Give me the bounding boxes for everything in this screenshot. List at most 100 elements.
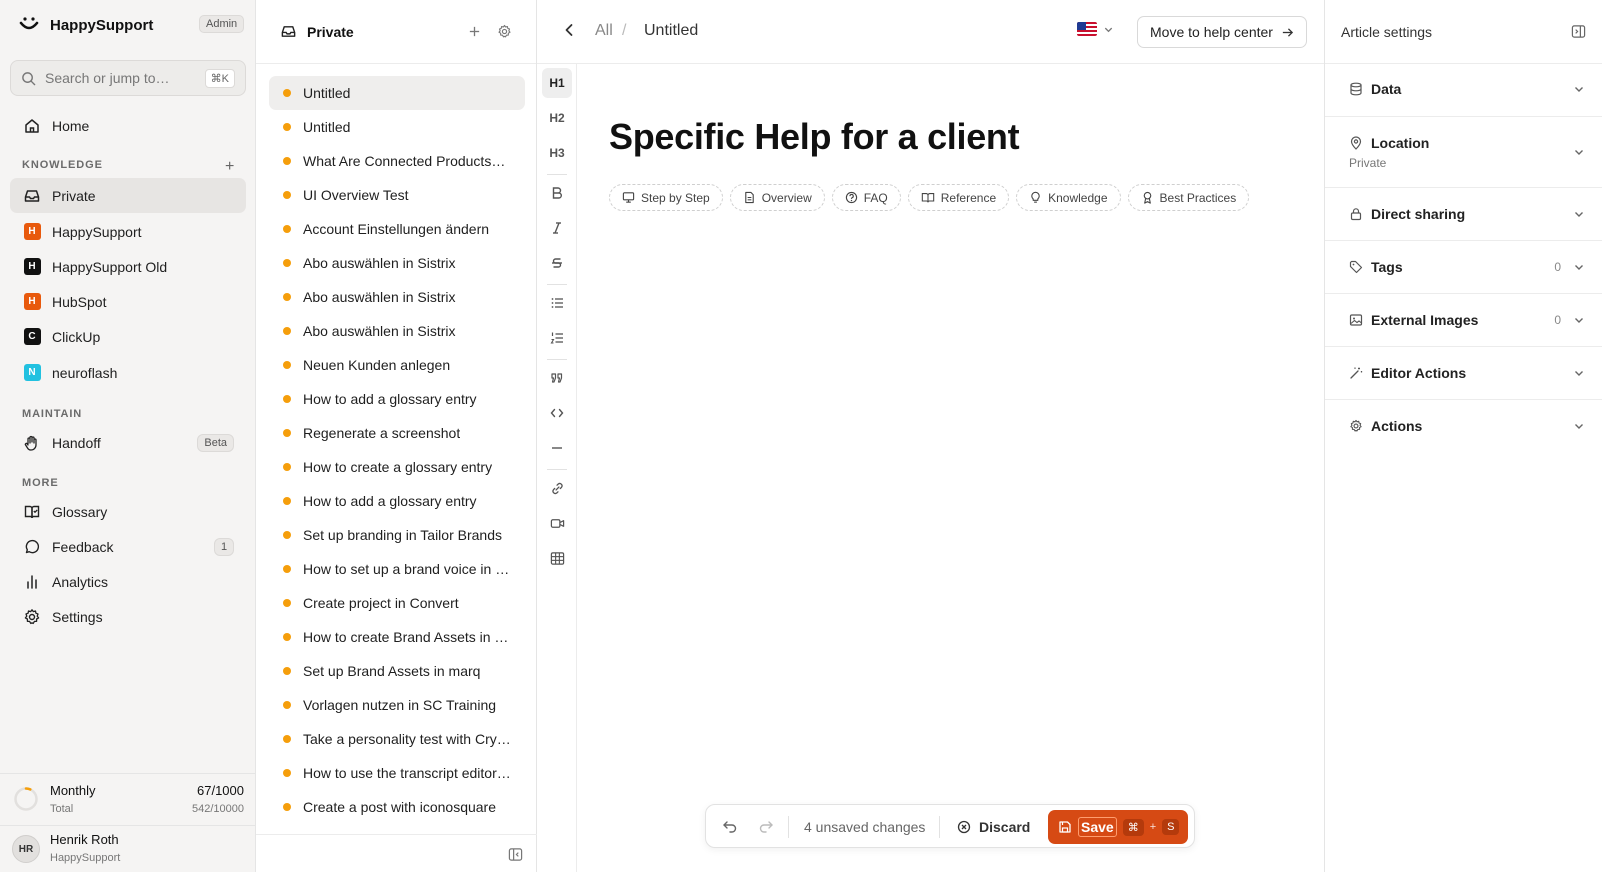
brand[interactable]: HappySupport [18, 14, 153, 36]
nav-analytics[interactable]: Analytics [10, 564, 246, 599]
nav-feedback[interactable]: Feedback 1 [10, 529, 246, 564]
list-item[interactable]: Set up Brand Assets in marq [269, 654, 525, 688]
breadcrumb-root[interactable]: All [595, 22, 613, 40]
list-item[interactable]: How to add a glossary entry [269, 382, 525, 416]
panel-toggle-icon[interactable] [1571, 24, 1586, 39]
bar-chart-icon [22, 572, 42, 592]
lock-icon [1349, 207, 1363, 221]
list-item[interactable]: Untitled [269, 110, 525, 144]
status-dot-icon [283, 701, 291, 709]
collapse-sidebar-icon[interactable] [508, 847, 523, 862]
nav-settings[interactable]: Settings [10, 599, 246, 634]
italic-icon[interactable] [542, 213, 572, 243]
list-item[interactable]: Create project in Convert [269, 586, 525, 620]
list-item[interactable]: How to add a glossary entry [269, 484, 525, 518]
strikethrough-icon[interactable] [542, 248, 572, 278]
video-icon[interactable] [542, 508, 572, 538]
space-hubspot[interactable]: H HubSpot [10, 284, 246, 319]
sidebar: HappySupport Admin Search or jump to… ⌘K… [0, 0, 256, 872]
add-space-icon[interactable]: + [225, 158, 234, 176]
list-item[interactable]: Vorlagen nutzen in SC Training [269, 688, 525, 722]
section-data[interactable]: Data [1325, 64, 1602, 117]
list-item[interactable]: Regenerate a screenshot [269, 416, 525, 450]
move-to-help-center-button[interactable]: Move to help center [1137, 16, 1307, 48]
language-selector[interactable] [1077, 22, 1114, 36]
award-icon [1141, 191, 1154, 204]
space-happysupport-old[interactable]: H HappySupport Old [10, 249, 246, 284]
article-title: Untitled [303, 85, 351, 101]
unsaved-changes-bar: 4 unsaved changes Discard Save ⌘ + S [705, 804, 1195, 848]
usage-sublabel: Total [50, 803, 74, 815]
template-faq[interactable]: FAQ [831, 184, 901, 211]
template-step-by-step[interactable]: Step by Step [609, 184, 723, 211]
list-item[interactable]: How to use the transcript editor… [269, 756, 525, 790]
section-editor-actions[interactable]: Editor Actions [1325, 347, 1602, 400]
space-private[interactable]: Private [10, 178, 246, 213]
list-item[interactable]: Take a personality test with Cry… [269, 722, 525, 756]
nav-handoff[interactable]: Handoff Beta [10, 425, 246, 460]
horizontal-rule-icon[interactable] [542, 433, 572, 463]
plus-icon[interactable] [468, 25, 481, 38]
discard-button[interactable]: Discard [957, 815, 1030, 839]
user-menu[interactable]: HR Henrik Roth HappySupport [0, 825, 256, 872]
list-item[interactable]: How to create a glossary entry [269, 450, 525, 484]
gear-icon[interactable] [497, 24, 512, 39]
document-title[interactable]: Specific Help for a client [609, 116, 1020, 158]
article-settings-panel: Article settings Data Location Private D… [1324, 0, 1602, 872]
status-dot-icon [283, 599, 291, 607]
redo-icon[interactable] [758, 818, 774, 834]
link-icon[interactable] [542, 473, 572, 503]
list-item[interactable]: Abo auswählen in Sistrix [269, 314, 525, 348]
heading-3-button[interactable]: H3 [542, 138, 572, 168]
list-item[interactable]: Neuen Kunden anlegen [269, 348, 525, 382]
list-item[interactable]: How to set up a brand voice in … [269, 552, 525, 586]
tag-icon [1349, 260, 1363, 274]
list-item[interactable]: Abo auswählen in Sistrix [269, 246, 525, 280]
list-item[interactable]: UI Overview Test [269, 178, 525, 212]
list-item[interactable]: Set up branding in Tailor Brands [269, 518, 525, 552]
save-button[interactable]: Save ⌘ + S [1048, 810, 1188, 844]
user-name: Henrik Roth [50, 832, 119, 847]
status-dot-icon [283, 123, 291, 131]
list-item[interactable]: How to create Brand Assets in … [269, 620, 525, 654]
heading-1-button[interactable]: H1 [542, 68, 572, 98]
section-actions[interactable]: Actions [1325, 400, 1602, 453]
list-item[interactable]: Abo auswählen in Sistrix [269, 280, 525, 314]
article-title: Set up Brand Assets in marq [303, 663, 481, 679]
undo-icon[interactable] [722, 818, 738, 834]
section-direct-sharing[interactable]: Direct sharing [1325, 188, 1602, 241]
numbered-list-icon[interactable] [542, 323, 572, 353]
template-chips: Step by Step Overview FAQ Reference Know… [609, 184, 1250, 211]
template-label: Overview [761, 190, 812, 205]
template-reference[interactable]: Reference [907, 184, 1010, 211]
space-neuroflash[interactable]: N neuroflash [10, 355, 246, 390]
heading-2-button[interactable]: H2 [542, 103, 572, 133]
list-item[interactable]: Untitled [269, 76, 525, 110]
template-best-practices[interactable]: Best Practices [1127, 184, 1250, 211]
search-input[interactable]: Search or jump to… ⌘K [10, 60, 246, 96]
status-dot-icon [283, 327, 291, 335]
status-dot-icon [283, 89, 291, 97]
bold-icon[interactable] [542, 178, 572, 208]
list-item[interactable]: What Are Connected Products… [269, 144, 525, 178]
back-arrow-icon[interactable] [561, 22, 577, 38]
space-clickup[interactable]: C ClickUp [10, 319, 246, 354]
section-location[interactable]: Location Private [1325, 117, 1602, 188]
nav-glossary[interactable]: Glossary [10, 494, 246, 529]
template-overview[interactable]: Overview [729, 184, 825, 211]
quote-icon[interactable] [542, 363, 572, 393]
template-knowledge[interactable]: Knowledge [1016, 184, 1121, 211]
space-label: HappySupport Old [52, 258, 168, 275]
section-tags[interactable]: Tags 0 [1325, 241, 1602, 294]
usage-meter[interactable]: Monthly Total 67/1000 542/10000 [0, 773, 256, 825]
table-icon[interactable] [542, 543, 572, 573]
section-external-images[interactable]: External Images 0 [1325, 294, 1602, 347]
space-happysupport[interactable]: H HappySupport [10, 214, 246, 249]
list-item[interactable]: Account Einstellungen ändern [269, 212, 525, 246]
space-letter: H [23, 258, 41, 275]
list-item[interactable]: Create a post with iconosquare [269, 790, 525, 824]
code-icon[interactable] [542, 398, 572, 428]
nav-home[interactable]: Home [10, 108, 246, 143]
bullet-list-icon[interactable] [542, 288, 572, 318]
maintain-heading: MAINTAIN [22, 408, 83, 420]
